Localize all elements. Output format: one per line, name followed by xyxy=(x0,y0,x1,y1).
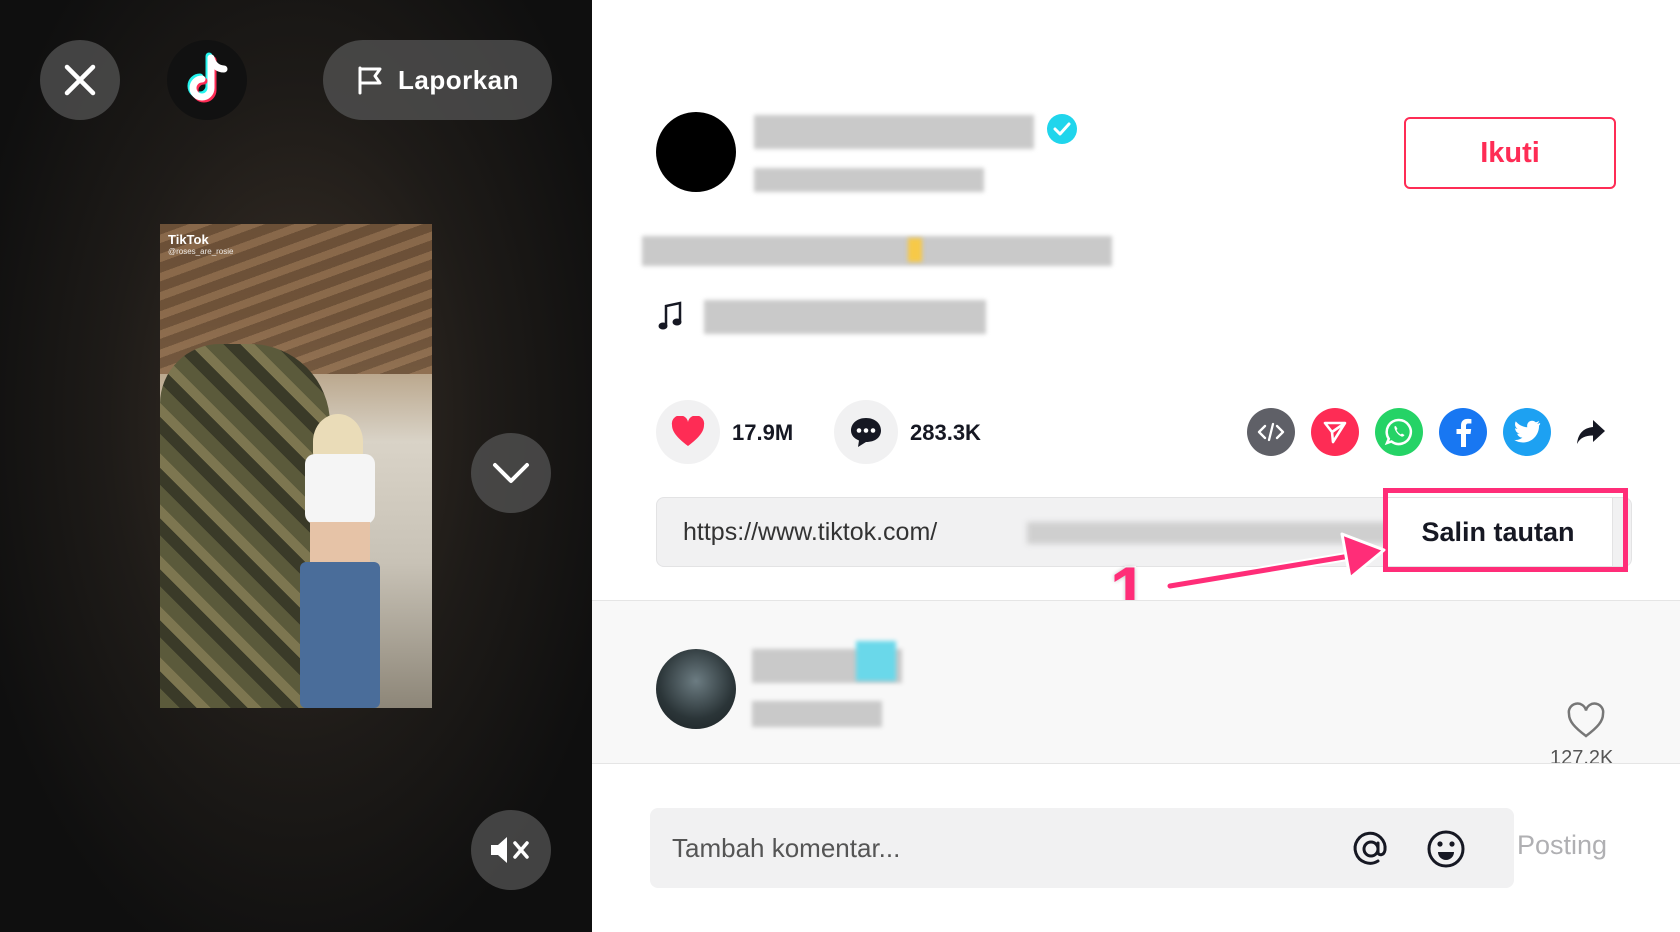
more-share-button[interactable] xyxy=(1567,408,1615,456)
share-arrow-icon xyxy=(1577,420,1605,444)
report-label: Laporkan xyxy=(397,64,520,95)
twitter-share-button[interactable] xyxy=(1503,408,1551,456)
copy-link-button[interactable]: Salin tautan xyxy=(1383,497,1613,567)
mute-icon xyxy=(491,837,529,863)
heart-icon xyxy=(671,416,705,446)
author-name-redacted xyxy=(754,115,1034,149)
comment-input[interactable] xyxy=(670,808,1310,888)
mute-button[interactable] xyxy=(471,810,551,890)
caption-emoji-redacted xyxy=(908,238,922,262)
tiktok-logo[interactable] xyxy=(167,40,247,120)
at-icon[interactable] xyxy=(1350,828,1392,870)
share-link-redacted xyxy=(1027,522,1427,544)
chevron-down-icon xyxy=(493,463,529,483)
follow-button[interactable]: Ikuti xyxy=(1404,117,1616,189)
tiktok-logo-icon xyxy=(187,52,228,103)
embed-share-button[interactable] xyxy=(1247,408,1295,456)
whatsapp-icon xyxy=(1384,418,1413,446)
author-avatar[interactable] xyxy=(656,112,736,192)
comment-text-redacted xyxy=(752,701,882,727)
send-icon xyxy=(1323,421,1347,444)
verified-badge xyxy=(1047,114,1077,144)
twitter-icon xyxy=(1514,420,1541,443)
facebook-share-button[interactable] xyxy=(1439,408,1487,456)
comment-like-count: 127.2K xyxy=(1550,747,1614,764)
watermark-brand: TikTok xyxy=(168,232,209,247)
caption-redacted xyxy=(642,236,1112,266)
share-link-text: https://www.tiktok.com/ xyxy=(683,518,938,546)
comment-heart-icon[interactable] xyxy=(1566,701,1606,741)
embed-icon xyxy=(1257,422,1285,442)
flag-icon xyxy=(358,66,382,95)
commenter-avatar[interactable] xyxy=(656,649,736,729)
send-share-button[interactable] xyxy=(1311,408,1359,456)
verified-icon xyxy=(1053,122,1071,136)
video-person-right xyxy=(285,414,400,708)
comment-icon xyxy=(851,418,881,447)
like-count: 17.9M xyxy=(732,420,794,445)
video-panel: Laporkan TikTok @roses_are_rosie xyxy=(0,0,592,932)
comment-button[interactable] xyxy=(834,400,898,464)
like-button[interactable] xyxy=(656,400,720,464)
post-comment-button[interactable]: Posting xyxy=(1517,830,1607,861)
report-button[interactable]: Laporkan xyxy=(323,40,552,120)
comment-count: 283.3K xyxy=(910,420,981,445)
emoji-icon[interactable] xyxy=(1425,828,1467,870)
whatsapp-share-button[interactable] xyxy=(1375,408,1423,456)
comments-list: 127.2K xyxy=(592,600,1680,764)
post-detail-panel: Ikuti 17.9M 283.3K https://www.tiktok.co… xyxy=(592,0,1680,932)
video-thumbnail[interactable]: TikTok @roses_are_rosie xyxy=(160,224,432,708)
music-title-redacted[interactable] xyxy=(704,300,986,334)
facebook-icon xyxy=(1456,418,1472,447)
next-video-button[interactable] xyxy=(471,433,551,513)
comment-input-container xyxy=(650,808,1514,888)
video-watermark: TikTok @roses_are_rosie xyxy=(168,232,233,256)
author-handle-redacted xyxy=(754,168,984,192)
commenter-emoji-redacted xyxy=(856,641,896,681)
close-icon xyxy=(64,64,96,96)
watermark-user: @roses_are_rosie xyxy=(168,247,234,256)
music-note-icon xyxy=(658,301,682,330)
close-button[interactable] xyxy=(40,40,120,120)
